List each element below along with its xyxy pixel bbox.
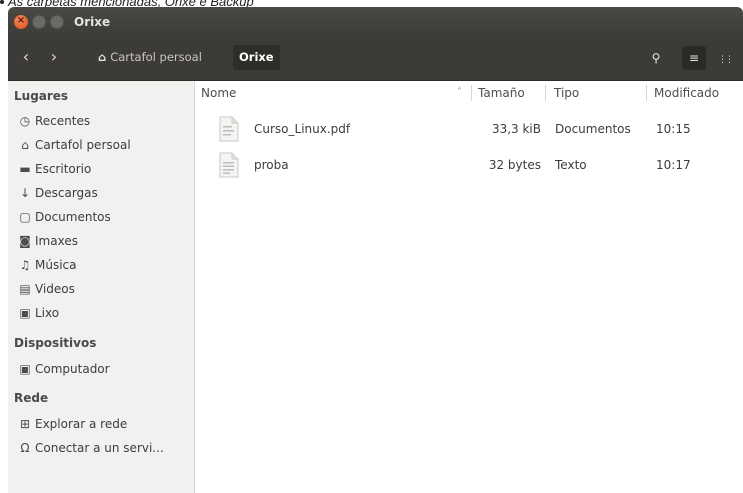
file-type: Texto	[555, 158, 587, 172]
breadcrumb-home[interactable]: ⌂ Cartafol persoal	[92, 45, 208, 70]
title-bar[interactable]: × Orixe	[8, 7, 743, 38]
sidebar-item-conectar-servidor[interactable]: Ω Conectar a un servi...	[18, 441, 164, 455]
file-size: 32 bytes	[488, 158, 541, 172]
column-divider	[646, 85, 647, 101]
file-manager-window: × Orixe ‹ › ⌂ Cartafol persoal Orixe ⚲ ≡ …	[8, 7, 743, 493]
sidebar-item-videos[interactable]: ▤ Videos	[18, 282, 75, 296]
pdf-file-icon	[219, 116, 239, 142]
sidebar-item-recentes[interactable]: ◷ Recentes	[18, 114, 90, 128]
file-name: proba	[254, 158, 289, 172]
music-icon: ♫	[19, 258, 31, 272]
back-button[interactable]: ‹	[14, 46, 38, 70]
breadcrumb-current[interactable]: Orixe	[233, 45, 280, 70]
sidebar-heading-devices: Dispositivos	[14, 336, 97, 350]
list-icon: ≡	[688, 51, 700, 65]
column-header-size[interactable]: Tamaño	[478, 81, 525, 105]
file-modified: 10:15	[656, 122, 691, 136]
network-icon: ⊞	[19, 417, 31, 431]
file-size: 33,3 kiB	[491, 122, 541, 136]
chevron-right-icon: ›	[50, 47, 58, 66]
file-type: Documentos	[555, 122, 631, 136]
sidebar-item-descargas[interactable]: ↓ Descargas	[18, 186, 98, 200]
toolbar: ‹ › ⌂ Cartafol persoal Orixe ⚲ ≡ ⋮⋮	[8, 38, 743, 81]
bullet-icon	[0, 0, 4, 4]
list-view-button[interactable]: ≡	[682, 46, 706, 70]
sidebar-item-imaxes[interactable]: ◙ Imaxes	[18, 234, 78, 248]
search-button[interactable]: ⚲	[644, 46, 668, 70]
clock-icon: ◷	[19, 114, 31, 128]
sidebar-item-label: Explorar a rede	[35, 417, 128, 431]
table-row[interactable]: Curso_Linux.pdf 33,3 kiB Documentos 10:1…	[195, 114, 743, 144]
maximize-window-button[interactable]	[50, 15, 64, 29]
window-title: Orixe	[74, 15, 111, 29]
sidebar-item-label: Computador	[35, 362, 110, 376]
search-icon: ⚲	[651, 51, 661, 65]
breadcrumb-home-label: Cartafol persoal	[110, 50, 202, 64]
file-list: Nome ˄ Tamaño Tipo Modificado Curso_Linu…	[195, 81, 743, 493]
column-header-type[interactable]: Tipo	[554, 81, 579, 105]
sidebar-heading-places: Lugares	[14, 89, 69, 103]
column-divider	[545, 85, 546, 101]
column-header-modified[interactable]: Modificado	[654, 81, 719, 105]
download-icon: ↓	[19, 186, 31, 200]
sidebar-heading-network: Rede	[14, 391, 49, 405]
sidebar-item-home[interactable]: ⌂ Cartafol persoal	[18, 138, 131, 152]
sidebar-item-label: Videos	[35, 282, 75, 296]
close-window-button[interactable]: ×	[14, 15, 28, 29]
home-icon: ⌂	[21, 138, 29, 152]
sidebar-item-label: Documentos	[35, 210, 111, 224]
column-header-name[interactable]: Nome	[201, 81, 236, 105]
sidebar-item-explorar-rede[interactable]: ⊞ Explorar a rede	[18, 417, 127, 431]
film-icon: ▤	[19, 282, 31, 296]
sidebar: Lugares ◷ Recentes ⌂ Cartafol persoal ▬ Esc…	[8, 81, 195, 493]
close-icon: ×	[16, 15, 26, 26]
sidebar-item-label: Descargas	[35, 186, 98, 200]
sidebar-item-computador[interactable]: ▣ Computador	[18, 362, 110, 376]
table-row[interactable]: proba 32 bytes Texto 10:17	[195, 150, 743, 180]
trash-icon: ▣	[19, 306, 31, 320]
sort-indicator-icon: ˄	[457, 87, 462, 98]
minimize-window-button[interactable]	[32, 15, 46, 29]
sidebar-item-label: Lixo	[35, 306, 60, 320]
sidebar-item-documentos[interactable]: ▢ Documentos	[18, 210, 111, 224]
server-connect-icon: Ω	[20, 441, 30, 455]
document-icon: ▢	[19, 210, 31, 224]
file-modified: 10:17	[656, 158, 691, 172]
sidebar-item-label: Música	[35, 258, 77, 272]
sidebar-item-label: Conectar a un servi...	[35, 441, 164, 455]
desktop-icon: ▬	[19, 162, 31, 176]
sidebar-item-musica[interactable]: ♫ Música	[18, 258, 77, 272]
text-file-icon	[219, 152, 239, 178]
sidebar-item-lixo[interactable]: ▣ Lixo	[18, 306, 59, 320]
camera-icon: ◙	[19, 234, 31, 248]
computer-icon: ▣	[19, 362, 31, 376]
sidebar-item-label: Imaxes	[35, 234, 78, 248]
grid-view-button[interactable]: ⋮⋮	[713, 46, 737, 70]
sidebar-item-escritorio[interactable]: ▬ Escritorio	[18, 162, 91, 176]
sidebar-item-label: Escritorio	[35, 162, 92, 176]
grid-icon: ⋮⋮	[718, 55, 734, 65]
column-divider	[471, 85, 472, 101]
sidebar-item-label: Recentes	[35, 114, 91, 128]
chevron-left-icon: ‹	[22, 47, 30, 66]
forward-button[interactable]: ›	[42, 46, 66, 70]
sidebar-item-label: Cartafol persoal	[35, 138, 131, 152]
file-name: Curso_Linux.pdf	[254, 122, 351, 136]
home-icon: ⌂	[98, 50, 107, 64]
